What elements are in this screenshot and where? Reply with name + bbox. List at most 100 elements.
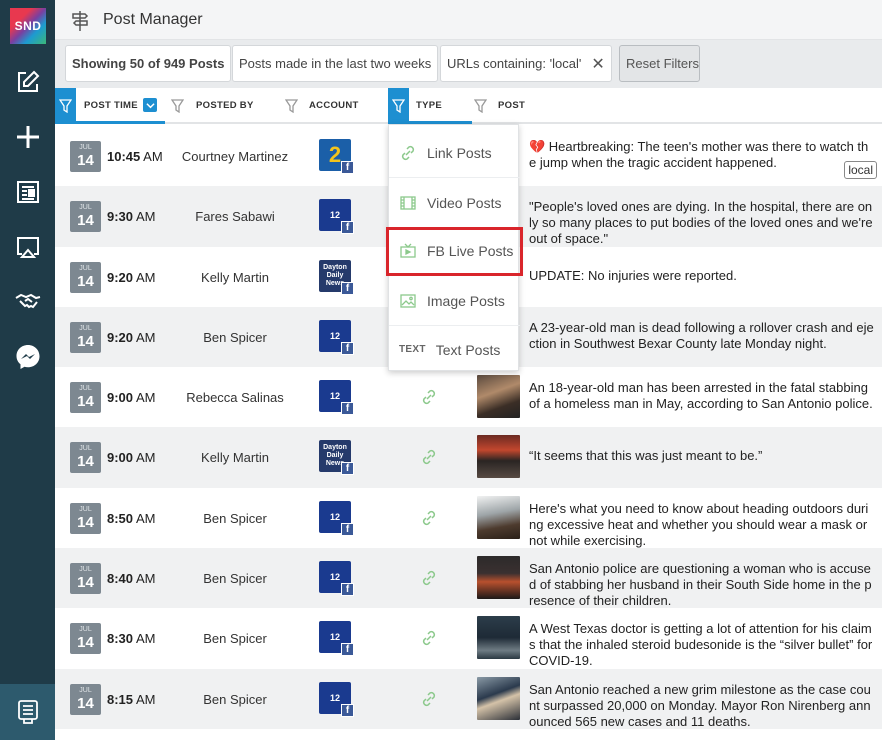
column-posted-by[interactable]: POSTED BY bbox=[196, 100, 254, 111]
filter-icon-account[interactable] bbox=[281, 88, 302, 124]
url-filter-chip[interactable]: URLs containing: 'local' ✕ bbox=[440, 45, 612, 82]
compose-icon[interactable] bbox=[0, 62, 55, 102]
signpost-icon bbox=[72, 11, 89, 31]
post-time-ampm: AM bbox=[135, 510, 156, 526]
post-time-value: 9:30 bbox=[107, 209, 134, 225]
table-row[interactable]: JUL 14 8:50 AM Ben Spicer 12 f Here's wh… bbox=[55, 488, 882, 548]
account-avatar[interactable]: 12 f bbox=[319, 681, 354, 717]
post-thumbnail[interactable] bbox=[477, 435, 520, 479]
handshake-icon[interactable] bbox=[0, 282, 55, 322]
post-thumbnail[interactable] bbox=[477, 375, 520, 419]
date-day: 14 bbox=[77, 634, 94, 652]
facebook-icon: f bbox=[341, 221, 354, 235]
posted-by: Rebecca Salinas bbox=[186, 390, 284, 406]
posted-by: Ben Spicer bbox=[203, 631, 267, 647]
column-post[interactable]: POST bbox=[498, 100, 525, 111]
post-time: 9:20 AM bbox=[107, 330, 155, 345]
filter-icon-post[interactable] bbox=[470, 88, 491, 124]
post-text[interactable]: UPDATE: No injuries were reported. bbox=[529, 268, 875, 284]
account-avatar[interactable]: 12 f bbox=[319, 500, 354, 536]
post-manager-icon[interactable] bbox=[0, 684, 55, 740]
post-time-value: 9:00 bbox=[107, 390, 134, 406]
table-row[interactable]: JUL 14 8:40 AM Ben Spicer 12 f San Anton… bbox=[55, 548, 882, 609]
facebook-icon: f bbox=[341, 161, 354, 174]
dropdown-item-text-posts[interactable]: TEXT Text Posts bbox=[389, 325, 520, 374]
post-thumbnail[interactable] bbox=[477, 495, 520, 539]
post-text[interactable]: San Antonio reached a new grim milestone… bbox=[529, 682, 875, 730]
table-row[interactable]: JUL 14 9:00 AM Rebecca Salinas 12 f An 1… bbox=[55, 367, 882, 427]
facebook-icon: f bbox=[341, 522, 354, 536]
post-text[interactable]: An 18-year-old man has been arrested in … bbox=[529, 380, 875, 412]
link-icon bbox=[401, 145, 415, 161]
dropdown-item-video-posts[interactable]: Video Posts bbox=[389, 179, 520, 228]
date-month: JUL bbox=[79, 505, 92, 513]
column-type[interactable]: TYPE bbox=[416, 100, 442, 111]
post-text[interactable]: 💔 Heartbreaking: The teen's mother was t… bbox=[529, 139, 875, 171]
posted-by: Ben Spicer bbox=[203, 571, 267, 587]
posted-by: Fares Sabawi bbox=[195, 209, 275, 225]
dropdown-label: Text Posts bbox=[435, 341, 501, 358]
post-text[interactable]: "People's loved ones are dying. In the h… bbox=[529, 199, 875, 247]
dropdown-item-image-posts[interactable]: Image Posts bbox=[389, 277, 520, 326]
link-icon bbox=[422, 571, 436, 586]
live-video-icon bbox=[400, 243, 416, 258]
table-row[interactable]: JUL 14 9:00 AM Kelly Martin Dayton Daily… bbox=[55, 427, 882, 488]
date-badge: JUL 14 bbox=[70, 141, 101, 172]
timeframe-filter-chip[interactable]: Posts made in the last two weeks bbox=[232, 45, 439, 82]
sort-chevron-down-icon[interactable] bbox=[143, 98, 157, 112]
account-avatar[interactable]: 2 f bbox=[319, 139, 354, 174]
account-avatar[interactable]: 12 f bbox=[319, 621, 354, 657]
messenger-icon[interactable] bbox=[0, 337, 55, 377]
airplay-icon[interactable] bbox=[0, 227, 55, 267]
snd-logo[interactable]: SND bbox=[10, 8, 46, 44]
account-avatar[interactable]: 12 f bbox=[319, 380, 354, 416]
post-text[interactable]: A 23-year-old man is dead following a ro… bbox=[529, 320, 875, 352]
date-badge: JUL 14 bbox=[70, 502, 101, 534]
post-text[interactable]: A West Texas doctor is getting a lot of … bbox=[529, 621, 875, 669]
post-time-value: 8:15 bbox=[107, 691, 134, 707]
date-month: JUL bbox=[79, 566, 92, 574]
post-thumbnail[interactable] bbox=[477, 616, 520, 660]
date-badge: JUL 14 bbox=[70, 261, 101, 293]
account-avatar[interactable]: Dayton Daily News f bbox=[319, 440, 354, 476]
dropdown-item-link-posts[interactable]: Link Posts bbox=[389, 129, 520, 178]
post-thumbnail[interactable] bbox=[477, 556, 520, 600]
account-avatar[interactable]: 12 f bbox=[319, 199, 354, 235]
post-time-value: 8:50 bbox=[107, 510, 134, 526]
facebook-icon: f bbox=[341, 583, 354, 597]
post-time-ampm: AM bbox=[135, 631, 156, 647]
filter-icon-type[interactable] bbox=[388, 88, 409, 124]
filter-icon-post-time[interactable] bbox=[55, 88, 76, 124]
date-month: JUL bbox=[79, 626, 92, 634]
newspaper-icon[interactable] bbox=[0, 172, 55, 212]
post-text[interactable]: San Antonio police are questioning a wom… bbox=[529, 561, 875, 609]
posted-by: Ben Spicer bbox=[203, 329, 267, 345]
posted-by: Kelly Martin bbox=[201, 269, 269, 285]
date-day: 14 bbox=[77, 574, 94, 592]
reset-filters-button[interactable]: Reset Filters bbox=[619, 45, 700, 82]
account-avatar[interactable]: 12 f bbox=[319, 561, 354, 597]
sidebar: SND bbox=[0, 0, 55, 740]
post-time-value: 9:20 bbox=[107, 329, 134, 345]
post-count-chip: Showing 50 of 949 Posts bbox=[65, 45, 232, 82]
close-icon[interactable]: ✕ bbox=[591, 54, 604, 74]
table-row[interactable]: JUL 14 8:15 AM Ben Spicer 12 f San Anton… bbox=[55, 668, 882, 730]
column-account[interactable]: ACCOUNT bbox=[309, 100, 359, 111]
date-day: 14 bbox=[77, 332, 94, 350]
post-text[interactable]: Here's what you need to know about headi… bbox=[529, 501, 875, 549]
facebook-icon: f bbox=[341, 643, 354, 657]
dropdown-label: Video Posts bbox=[427, 195, 502, 211]
post-time-value: 8:30 bbox=[107, 631, 134, 647]
post-thumbnail[interactable] bbox=[477, 676, 520, 720]
post-text[interactable]: “It seems that this was just meant to be… bbox=[529, 448, 875, 464]
post-time-ampm: AM bbox=[135, 329, 156, 345]
column-post-time[interactable]: POST TIME bbox=[84, 100, 138, 111]
account-avatar[interactable]: 12 f bbox=[319, 319, 354, 355]
plus-icon[interactable] bbox=[0, 117, 55, 157]
filter-icon-posted-by[interactable] bbox=[167, 88, 188, 124]
date-day: 14 bbox=[77, 453, 94, 471]
dropdown-item-fb-live-posts[interactable]: FB Live Posts bbox=[386, 227, 523, 276]
account-avatar[interactable]: Dayton Daily News f bbox=[319, 259, 354, 295]
date-day: 14 bbox=[77, 694, 94, 712]
table-row[interactable]: JUL 14 8:30 AM Ben Spicer 12 f A West Te… bbox=[55, 608, 882, 668]
